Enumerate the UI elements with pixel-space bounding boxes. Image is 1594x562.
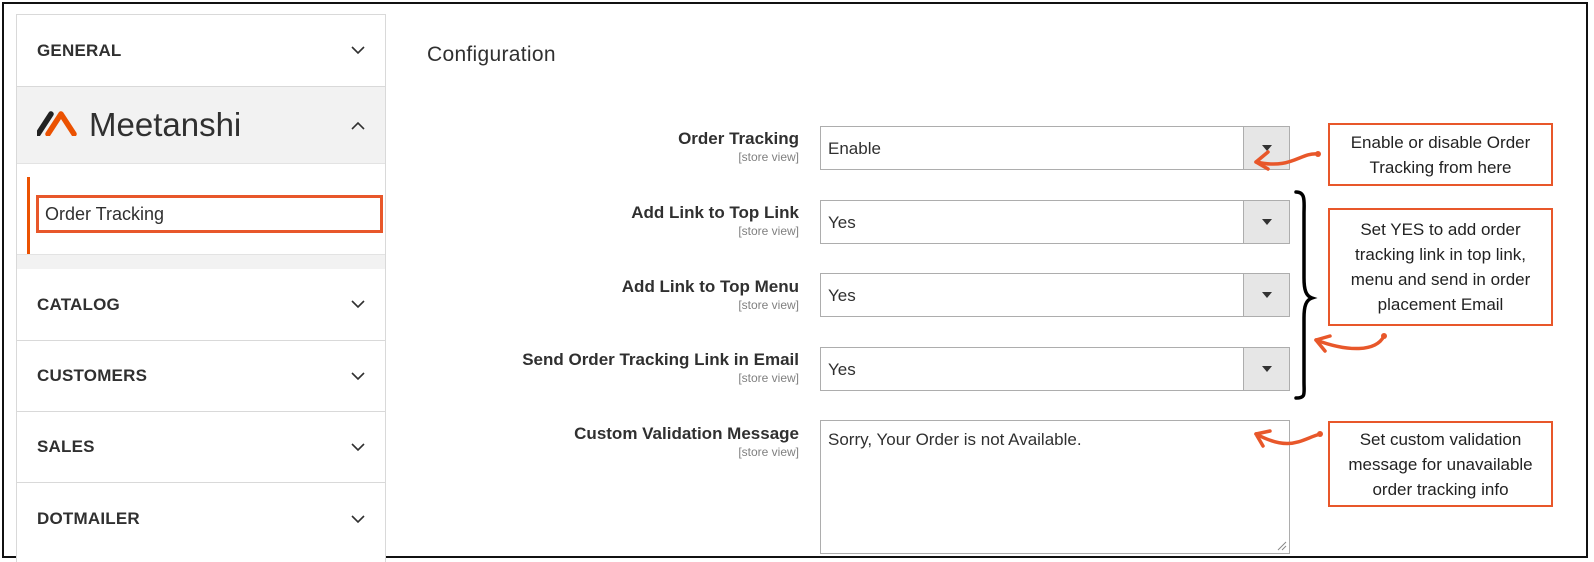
- arrow-dot: [1381, 333, 1387, 339]
- annotation-overlay: [1254, 150, 1387, 448]
- arrow-order-tracking: [1254, 150, 1320, 171]
- curly-brace: [1294, 190, 1318, 400]
- arrow-links: [1314, 334, 1386, 353]
- arrow-validation: [1254, 429, 1322, 448]
- arrow-dot: [1315, 151, 1321, 157]
- arrow-dot: [1317, 431, 1323, 437]
